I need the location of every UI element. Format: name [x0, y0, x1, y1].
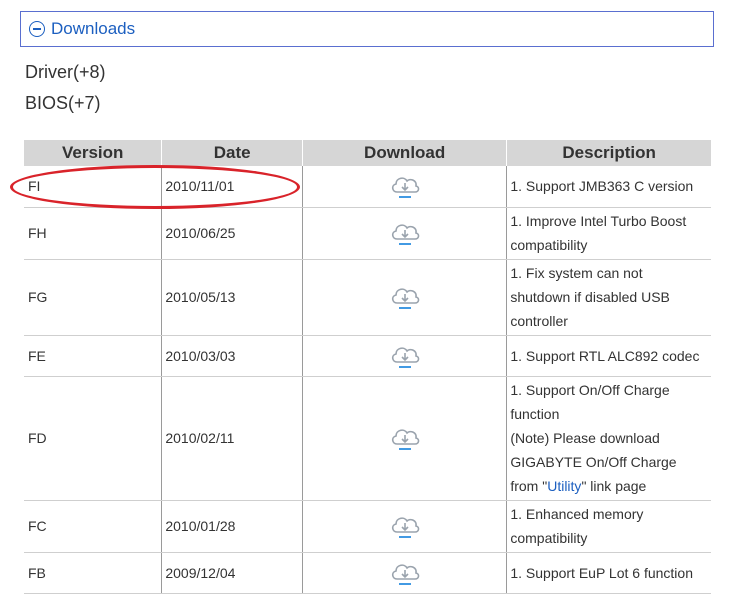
download-cell — [301, 376, 507, 501]
bios-category[interactable]: BIOS(+7) — [25, 93, 101, 114]
version-cell: FH — [24, 207, 162, 260]
table-row: FC 2010/01/28 1. Enhanced memory compatibil… — [24, 500, 711, 553]
collapse-minus-icon[interactable] — [29, 21, 45, 37]
date-cell: 2010/01/28 — [161, 500, 303, 553]
cloud-download-icon[interactable] — [388, 172, 422, 200]
header-download: Download — [301, 140, 507, 166]
description-cell: 1. Support JMB363 C version — [506, 166, 711, 208]
description-cell: 1. Enhanced memory compatibility — [506, 500, 711, 553]
version-cell: FG — [24, 259, 162, 336]
date-cell: 2010/02/11 — [161, 376, 303, 501]
bios-table: Version Date Download Description FI 2010… — [24, 140, 711, 594]
date-cell: 2010/11/01 — [161, 166, 303, 208]
cloud-download-icon[interactable] — [388, 283, 422, 311]
description-line: 1. Support JMB363 C version — [510, 178, 694, 195]
date-cell: 2010/05/13 — [161, 259, 303, 336]
description-line: from "Utility" link page — [510, 474, 708, 498]
version-cell: FE — [24, 335, 162, 377]
table-row: FH 2010/06/25 1. Improve Intel Turbo Boost… — [24, 207, 711, 260]
version-cell: FD — [24, 376, 162, 501]
download-cell — [301, 500, 507, 553]
table-row: FE 2010/03/03 1. Support RTL ALC892 codec — [24, 335, 711, 377]
cloud-download-icon[interactable] — [388, 424, 422, 452]
cloud-download-icon[interactable] — [388, 512, 422, 540]
table-row: FI 2010/11/01 1. Support JMB363 C version — [24, 166, 711, 208]
table-row: FD 2010/02/11 1. Support On/Off Charge func… — [24, 376, 711, 501]
table-row: FG 2010/05/13 1. Fix system can not shutdow… — [24, 259, 711, 336]
description-line: function — [510, 406, 560, 422]
version-cell: FB — [24, 552, 162, 594]
description-cell: 1. Support EuP Lot 6 function — [506, 552, 711, 594]
cloud-download-icon[interactable] — [388, 219, 422, 247]
download-cell — [301, 207, 507, 260]
description-line: shutdown if disabled USB — [510, 289, 670, 305]
version-cell: FI — [24, 166, 162, 208]
driver-category[interactable]: Driver(+8) — [25, 62, 106, 83]
header-date: Date — [161, 140, 303, 166]
description-line: compatibility — [510, 237, 588, 253]
description-text: " link page — [581, 478, 647, 494]
description-line: GIGABYTE On/Off Charge — [510, 454, 677, 470]
description-cell: 1. Fix system can not shutdown if disable… — [506, 259, 711, 336]
download-cell — [301, 335, 507, 377]
date-cell: 2010/06/25 — [161, 207, 303, 260]
description-line: (Note) Please download — [510, 430, 660, 446]
header-version: Version — [24, 140, 162, 166]
header-description: Description — [506, 140, 711, 166]
cloud-download-icon[interactable] — [388, 559, 422, 587]
download-cell — [301, 552, 507, 594]
table-row: FB 2009/12/04 1. Support EuP Lot 6 functio… — [24, 552, 711, 594]
description-text: from " — [510, 478, 548, 494]
description-line: 1. Support RTL ALC892 codec — [510, 347, 700, 364]
description-line: compatibility — [510, 530, 588, 546]
table-header-row: Version Date Download Description — [24, 140, 711, 166]
description-cell: 1. Support On/Off Charge function (Note) P… — [506, 376, 711, 501]
download-cell — [301, 166, 507, 208]
date-cell: 2009/12/04 — [161, 552, 303, 594]
cloud-download-icon[interactable] — [388, 342, 422, 370]
downloads-title[interactable]: Downloads — [51, 19, 135, 39]
description-line: 1. Enhanced memory — [510, 506, 644, 522]
date-cell: 2010/03/03 — [161, 335, 303, 377]
description-line: 1. Support On/Off Charge — [510, 382, 670, 398]
description-line: 1. Support EuP Lot 6 function — [510, 564, 693, 581]
description-line: 1. Fix system can not — [510, 265, 643, 281]
utility-link[interactable]: Utility — [547, 478, 581, 494]
downloads-section-header[interactable]: Downloads — [20, 11, 714, 47]
description-cell: 1. Improve Intel Turbo Boost compatibilit… — [506, 207, 711, 260]
description-line: controller — [510, 313, 568, 329]
description-line: 1. Improve Intel Turbo Boost — [510, 213, 687, 229]
download-cell — [301, 259, 507, 336]
version-cell: FC — [24, 500, 162, 553]
description-cell: 1. Support RTL ALC892 codec — [506, 335, 711, 377]
